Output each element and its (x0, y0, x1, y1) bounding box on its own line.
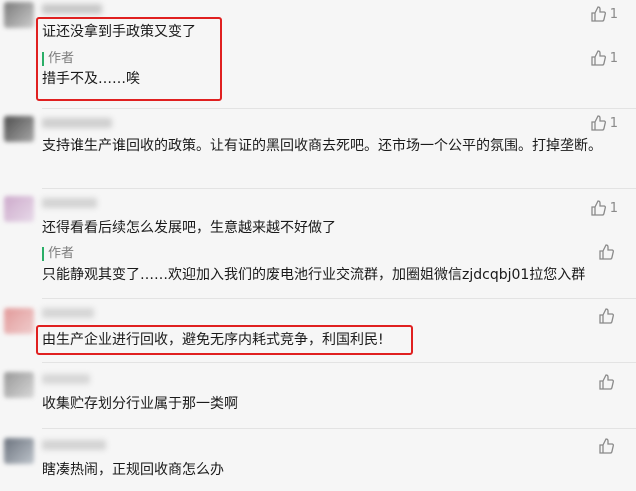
thumbs-up-icon (591, 115, 606, 131)
comment-text: 还得看看后续怎么发展吧，生意越来越不好做了 (42, 220, 336, 236)
divider (42, 108, 636, 109)
like-count: 1 (609, 50, 618, 66)
avatar[interactable] (4, 196, 34, 222)
divider (42, 362, 636, 363)
author-label: 作者 (42, 247, 74, 261)
nickname-blurred (42, 4, 102, 14)
nickname-blurred (42, 198, 97, 208)
thumbs-up-icon (599, 244, 614, 260)
like-button[interactable]: 1 (590, 50, 618, 66)
thumbs-up-icon (599, 308, 614, 324)
divider (42, 298, 636, 299)
nickname-blurred (42, 440, 106, 450)
thumbs-up-icon (591, 50, 606, 66)
avatar[interactable] (4, 2, 34, 28)
thumbs-up-icon (599, 438, 614, 454)
like-button[interactable]: 1 (590, 115, 618, 131)
avatar[interactable] (4, 116, 34, 142)
nickname-blurred (42, 118, 112, 128)
avatar[interactable] (4, 308, 34, 334)
like-button[interactable] (598, 374, 618, 390)
thumbs-up-icon (591, 200, 606, 216)
like-count: 1 (609, 115, 618, 131)
like-button[interactable] (598, 438, 618, 454)
thumbs-up-icon (599, 374, 614, 390)
like-count: 1 (609, 200, 618, 216)
highlight-box (36, 325, 413, 355)
divider (42, 428, 636, 429)
nickname-blurred (42, 374, 90, 384)
avatar[interactable] (4, 372, 34, 398)
like-button[interactable]: 1 (590, 200, 618, 216)
like-button[interactable] (598, 244, 618, 260)
comment-text: 瞎凑热闹，正规回收商怎么办 (42, 462, 224, 478)
thumbs-up-icon (591, 6, 606, 22)
avatar[interactable] (4, 438, 34, 464)
like-count: 1 (609, 6, 618, 22)
highlight-box (36, 17, 222, 101)
like-button[interactable] (598, 308, 618, 324)
comment-text: 收集贮存划分行业属于那一类啊 (42, 396, 238, 412)
reply-text: 只能静观其变了……欢迎加入我们的废电池行业交流群，加圈姐微信zjdcqbj01拉… (42, 267, 586, 283)
nickname-blurred (42, 308, 94, 318)
divider (42, 188, 636, 189)
comment-text: 支持谁生产谁回收的政策。让有证的黑回收商去死吧。还市场一个公平的氛围。打掉垄断。 (42, 138, 602, 154)
like-button[interactable]: 1 (590, 6, 618, 22)
